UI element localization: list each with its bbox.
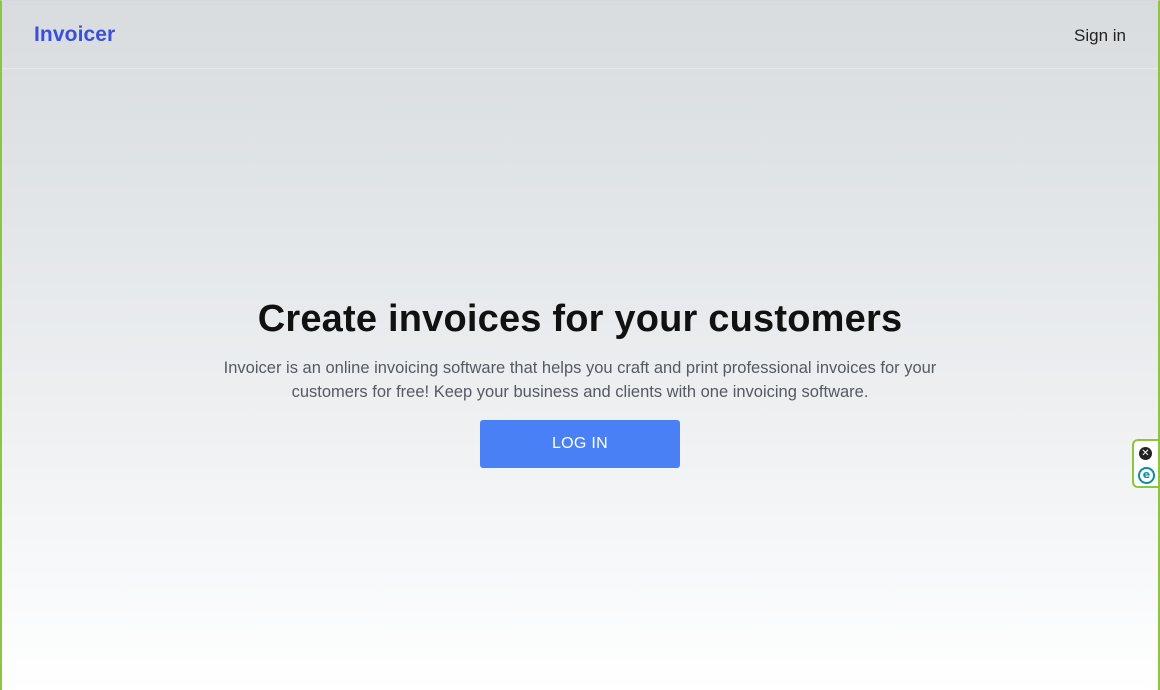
e-logo-icon[interactable]: e: [1138, 467, 1155, 484]
browser-viewport: Invoicer Sign in Create invoices for you…: [0, 0, 1160, 690]
hero-title: Create invoices for your customers: [257, 298, 903, 340]
hero-description: Invoicer is an online invoicing software…: [223, 359, 937, 401]
navbar: Invoicer Sign in: [2, 1, 1158, 69]
login-button[interactable]: LOG IN: [480, 420, 680, 468]
close-icon[interactable]: ✕: [1139, 447, 1152, 460]
extension-widget: ✕ e: [1132, 439, 1158, 488]
sign-in-link[interactable]: Sign in: [1074, 26, 1126, 46]
hero-section: Create invoices for your customers Invoi…: [2, 296, 1158, 468]
brand-logo-link[interactable]: Invoicer: [34, 23, 115, 47]
